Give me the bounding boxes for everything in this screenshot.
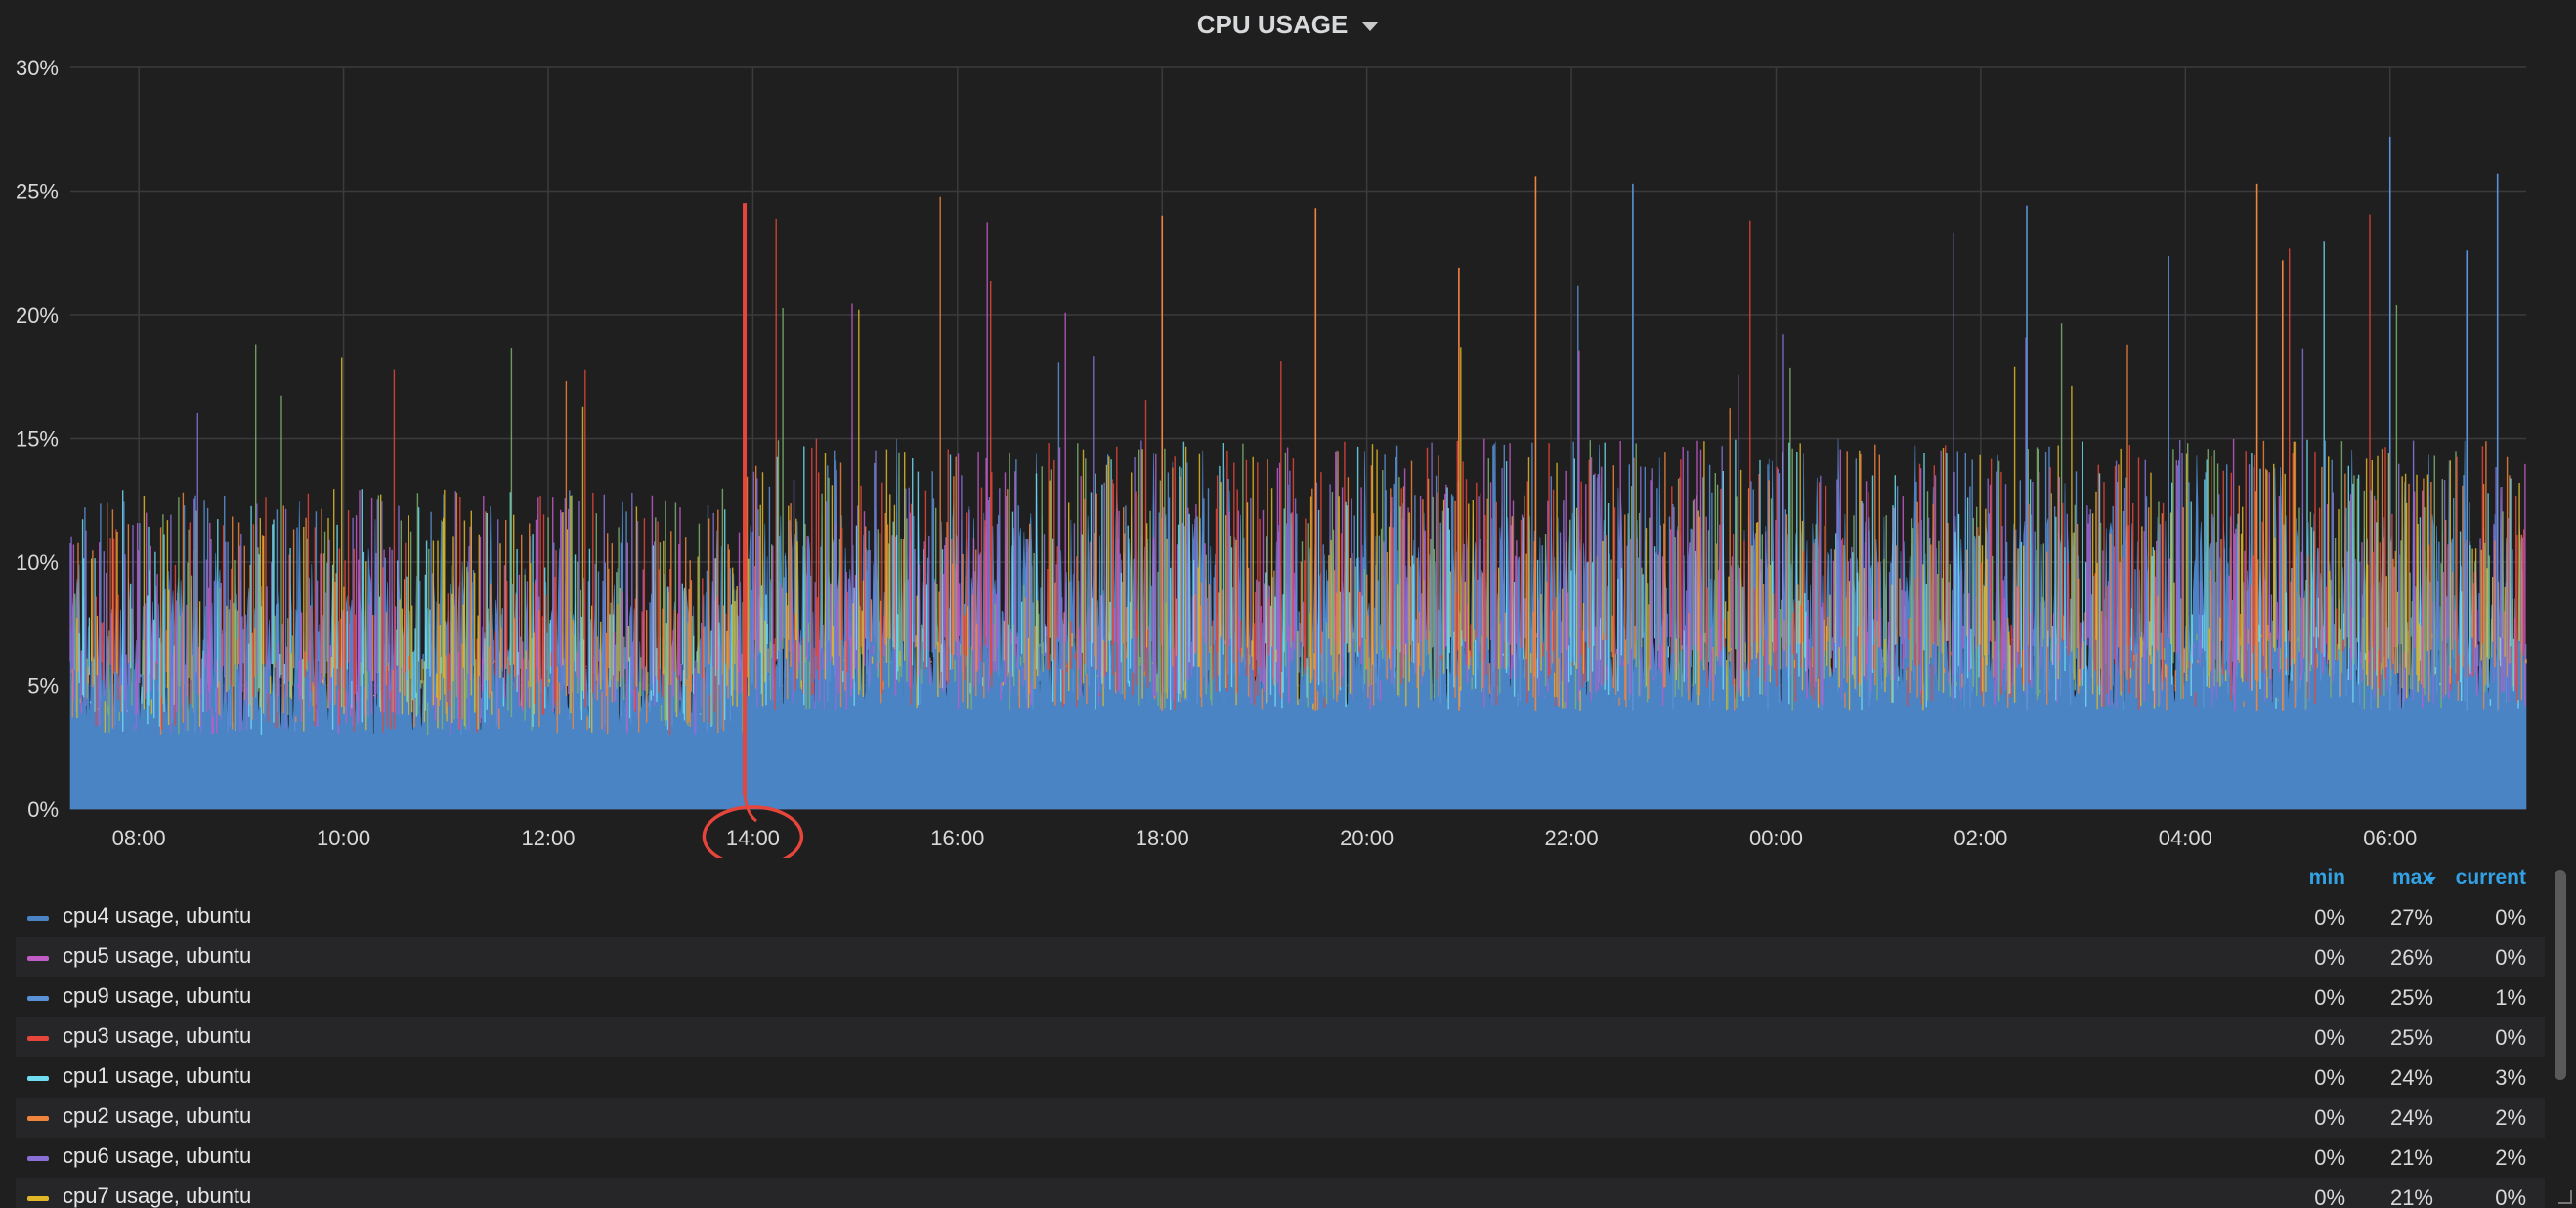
legend-value-min: 0% [2314,1105,2345,1130]
legend-value-min: 0% [2314,1025,2345,1050]
series-name[interactable]: cpu9 usage, ubuntu [63,975,251,1015]
legend-value-current: 2% [2495,1105,2526,1130]
series-color-swatch[interactable] [27,996,49,1001]
caret-down-icon[interactable] [2425,877,2436,884]
x-tick-label: 22:00 [1545,826,1599,850]
y-tick-label: 15% [16,427,59,452]
series-color-swatch[interactable] [27,956,49,961]
legend-value-min: 0% [2314,1186,2345,1208]
legend-value-max: 25% [2389,985,2433,1010]
series-color-swatch[interactable] [27,1116,49,1121]
y-tick-label: 5% [27,674,59,699]
legend-value-current: 3% [2495,1065,2526,1090]
graph-panel: CPU USAGE 0% 5% 10% 15% 20% 25% 30% 08:00 10:00… [0,0,2576,1208]
legend-scrollbar[interactable] [2555,870,2566,1080]
legend-header: min max current [0,866,2576,895]
legend-value-min: 0% [2314,1065,2345,1090]
y-tick-label: 30% [16,56,59,80]
y-axis: 0% 5% 10% 15% 20% 25% 30% [16,56,59,822]
x-tick-label: 12:00 [521,826,575,850]
legend-row[interactable]: cpu3 usage, ubuntu 0% 25% 0% [16,1017,2545,1057]
legend-row[interactable]: cpu7 usage, ubuntu 0% 21% 0% [16,1178,2545,1208]
legend-table: min max current cpu4 usage, ubuntu 0% 27% 0% c… [0,858,2576,1208]
legend-value-max: 24% [2389,1065,2433,1090]
cpu-usage-chart[interactable]: 0% 5% 10% 15% 20% 25% 30% 08:00 10:00 12:00 14:00… [0,0,2576,858]
series-color-swatch[interactable] [27,916,49,921]
legend-value-current: 1% [2495,985,2526,1010]
series-color-swatch[interactable] [27,1076,49,1081]
legend-header-current[interactable]: current [2438,866,2526,889]
series-name[interactable]: cpu2 usage, ubuntu [63,1096,251,1136]
legend-value-max: 26% [2389,945,2433,970]
legend-row[interactable]: cpu4 usage, ubuntu 0% 27% 0% [16,897,2545,937]
legend-value-max: 24% [2389,1105,2433,1130]
legend-value-min: 0% [2314,905,2345,929]
series-name[interactable]: cpu4 usage, ubuntu [63,895,251,935]
legend-header-max[interactable]: max [2365,866,2433,889]
chart-series [69,136,2527,810]
legend-row[interactable]: cpu9 usage, ubuntu 0% 25% 1% [16,977,2545,1017]
series-name[interactable]: cpu3 usage, ubuntu [63,1015,251,1056]
legend-row[interactable]: cpu1 usage, ubuntu 0% 24% 3% [16,1057,2545,1098]
x-tick-label: 00:00 [1749,826,1803,850]
x-tick-label: 16:00 [930,826,984,850]
x-tick-label: 04:00 [2159,826,2212,850]
x-axis: 08:00 10:00 12:00 14:00 16:00 18:00 20:00 22:00… [112,826,2418,850]
legend-value-max: 25% [2389,1025,2433,1050]
y-tick-label: 20% [16,303,59,327]
legend-header-min[interactable]: min [2287,866,2345,889]
legend-value-current: 0% [2495,945,2526,970]
legend-value-current: 0% [2495,1025,2526,1050]
x-tick-label: 06:00 [2363,826,2417,850]
series-color-swatch[interactable] [27,1036,49,1041]
x-tick-label: 10:00 [317,826,370,850]
legend-value-current: 0% [2495,1186,2526,1208]
resize-handle-icon[interactable] [2558,1190,2572,1204]
x-tick-label: 02:00 [1953,826,2007,850]
legend-row[interactable]: cpu2 usage, ubuntu 0% 24% 2% [16,1098,2545,1138]
series-name[interactable]: cpu5 usage, ubuntu [63,935,251,975]
x-tick-label: 20:00 [1340,826,1394,850]
y-tick-label: 0% [27,798,59,822]
legend-value-min: 0% [2314,1145,2345,1170]
series-name[interactable]: cpu1 usage, ubuntu [63,1056,251,1096]
legend-value-current: 0% [2495,905,2526,929]
series-color-swatch[interactable] [27,1156,49,1161]
x-tick-label: 08:00 [112,826,166,850]
x-tick-label: 14:00 [726,826,780,850]
legend-value-max: 21% [2389,1186,2433,1208]
series-name[interactable]: cpu7 usage, ubuntu [63,1176,251,1208]
y-tick-label: 10% [16,550,59,575]
legend-value-min: 0% [2314,985,2345,1010]
y-tick-label: 25% [16,180,59,204]
legend-value-min: 0% [2314,945,2345,970]
x-tick-label: 18:00 [1136,826,1189,850]
legend-value-current: 2% [2495,1145,2526,1170]
series-color-swatch[interactable] [27,1196,49,1201]
legend-row[interactable]: cpu6 usage, ubuntu 0% 21% 2% [16,1138,2545,1178]
legend-value-max: 21% [2389,1145,2433,1170]
legend-row[interactable]: cpu5 usage, ubuntu 0% 26% 0% [16,937,2545,977]
series-name[interactable]: cpu6 usage, ubuntu [63,1136,251,1176]
legend-value-max: 27% [2389,905,2433,929]
